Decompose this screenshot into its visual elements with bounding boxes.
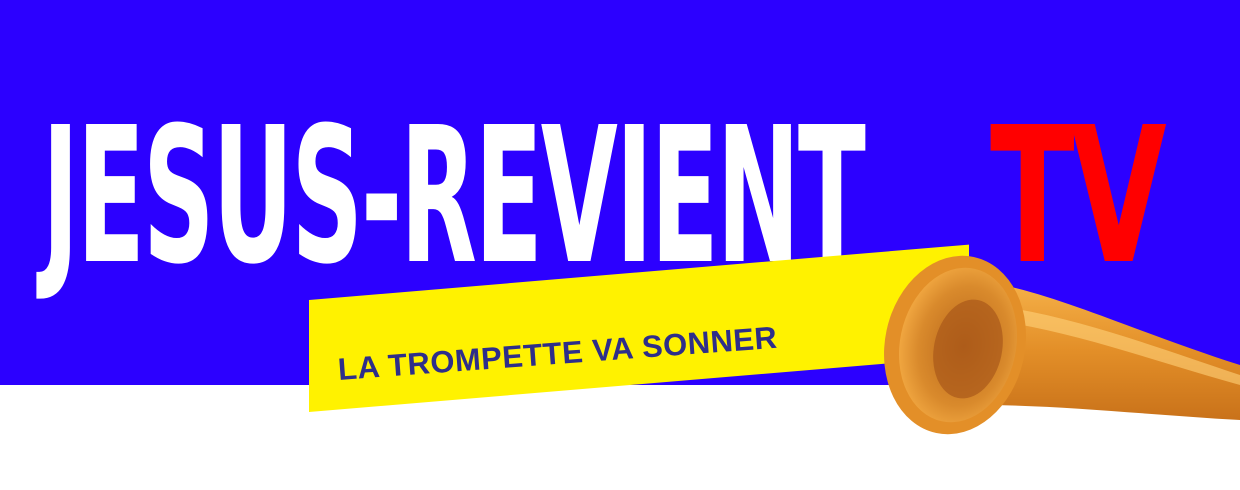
trumpet-icon	[884, 255, 1240, 435]
banner: JESUS-REVIENT TV LA TROMPETTE VA SONNER	[0, 0, 1240, 490]
site-title: JESUS-REVIENT	[42, 87, 866, 306]
